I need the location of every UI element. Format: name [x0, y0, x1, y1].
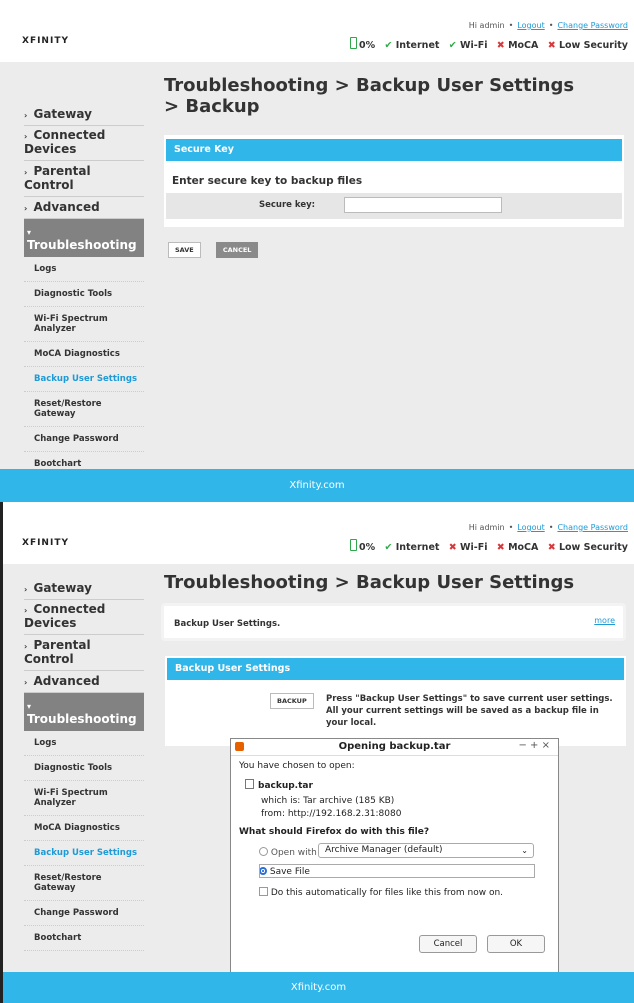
page-title: Troubleshooting > Backup User Settings >…	[164, 75, 575, 117]
sub-change-password[interactable]: Change Password	[24, 901, 144, 926]
sub-backup-user-settings[interactable]: Backup User Settings	[24, 841, 144, 866]
sub-wifi-spectrum[interactable]: Wi-Fi Spectrum Analyzer	[24, 781, 144, 816]
sidebar: › Gateway › Connected Devices › Parental…	[24, 104, 144, 477]
sub-moca-diagnostics[interactable]: MoCA Diagnostics	[24, 816, 144, 841]
logout-link[interactable]: Logout	[517, 21, 544, 30]
cross-icon: ✖	[547, 542, 556, 553]
cross-icon: ✖	[448, 542, 457, 553]
wifi-status: Wi-Fi	[460, 40, 488, 51]
secure-key-box: Secure Key Enter secure key to backup fi…	[164, 135, 624, 227]
download-dialog: Opening backup.tar − + × You have chosen…	[230, 738, 559, 998]
security-status: Low Security	[558, 40, 628, 51]
auto-checkbox-row[interactable]: Do this automatically for files like thi…	[259, 887, 503, 898]
check-icon: ✔	[384, 542, 393, 553]
sidebar: › Gateway › Connected Devices › Parental…	[24, 578, 144, 951]
sub-wifi-spectrum[interactable]: Wi-Fi Spectrum Analyzer	[24, 307, 144, 342]
xfinity-logo: XFINITY	[22, 36, 69, 46]
sub-logs[interactable]: Logs	[24, 731, 144, 756]
internet-status: Internet	[395, 40, 440, 51]
screen-backup: XFINITY Hi admin • Logout • Change Password …	[0, 502, 634, 1003]
dialog-titlebar: Opening backup.tar − + ×	[231, 739, 558, 756]
radio-icon[interactable]	[259, 847, 268, 856]
dialog-cancel-button[interactable]: Cancel	[419, 935, 477, 953]
status-bar: 0% ✔ Internet ✔ Wi-Fi ✖ MoCA ✖ Low Secur…	[349, 37, 628, 51]
cross-icon: ✖	[496, 542, 505, 553]
nav-advanced[interactable]: › Advanced	[24, 197, 144, 219]
sub-moca-diagnostics[interactable]: MoCA Diagnostics	[24, 342, 144, 367]
user-line: Hi admin • Logout • Change Password	[468, 523, 628, 532]
dialog-ok-button[interactable]: OK	[487, 935, 545, 953]
change-password-link[interactable]: Change Password	[557, 21, 628, 30]
battery-icon	[349, 539, 357, 551]
open-with-option[interactable]: Open with	[259, 847, 317, 858]
section-header: Backup User Settings	[167, 658, 624, 680]
file-type: which is: Tar archive (185 KB)	[261, 796, 395, 806]
footer[interactable]: Xfinity.com	[3, 972, 634, 1003]
intro-box: Backup User Settings. more	[161, 603, 626, 641]
sub-bootchart[interactable]: Bootchart	[24, 926, 144, 951]
xfinity-logo: XFINITY	[22, 538, 69, 548]
battery-level: 0%	[358, 40, 376, 51]
check-icon: ✔	[448, 40, 457, 51]
status-bar: 0% ✔ Internet ✖ Wi-Fi ✖ MoCA ✖ Low Secur…	[349, 539, 628, 553]
nav-connected-devices[interactable]: › Connected Devices	[24, 600, 144, 635]
cancel-button[interactable]: CANCEL	[215, 242, 259, 258]
change-password-link[interactable]: Change Password	[557, 523, 628, 532]
backup-box: Backup User Settings BACKUP Press "Backu…	[165, 656, 626, 746]
checkbox-icon[interactable]	[259, 887, 268, 896]
sub-diagnostic-tools[interactable]: Diagnostic Tools	[24, 756, 144, 781]
check-icon: ✔	[384, 40, 393, 51]
greeting: Hi admin	[468, 21, 505, 30]
backup-description: Press "Backup User Settings" to save cur…	[326, 694, 613, 728]
section-heading: Enter secure key to backup files	[172, 175, 363, 187]
file-source: from: http://192.168.2.31:8080	[261, 809, 402, 819]
save-file-option[interactable]: Save File	[259, 867, 310, 877]
sub-reset-restore[interactable]: Reset/Restore Gateway	[24, 392, 144, 427]
nav-troubleshooting[interactable]: ▾ Troubleshooting	[24, 219, 144, 257]
sub-diagnostic-tools[interactable]: Diagnostic Tools	[24, 282, 144, 307]
question: What should Firefox do with this file?	[239, 827, 430, 837]
file-row: backup.tar	[245, 779, 313, 791]
secure-key-input[interactable]	[344, 197, 502, 213]
footer[interactable]: Xfinity.com	[0, 469, 634, 502]
user-line: Hi admin • Logout • Change Password	[468, 21, 628, 30]
screen-secure-key: XFINITY Hi admin • Logout • Change Password …	[0, 0, 634, 502]
sub-backup-user-settings[interactable]: Backup User Settings	[24, 367, 144, 392]
logout-link[interactable]: Logout	[517, 523, 544, 532]
nav-parental-control[interactable]: › Parental Control	[24, 635, 144, 671]
moca-status: MoCA	[508, 40, 539, 51]
nav-gateway[interactable]: › Gateway	[24, 578, 144, 600]
cross-icon: ✖	[496, 40, 505, 51]
more-link[interactable]: more	[594, 616, 615, 625]
battery-icon	[349, 37, 357, 49]
nav-advanced[interactable]: › Advanced	[24, 671, 144, 693]
nav-connected-devices[interactable]: › Connected Devices	[24, 126, 144, 161]
cross-icon: ✖	[547, 40, 556, 51]
sub-change-password[interactable]: Change Password	[24, 427, 144, 452]
app-select[interactable]: Archive Manager (default) ⌄	[318, 843, 534, 858]
sub-logs[interactable]: Logs	[24, 257, 144, 282]
dialog-title: Opening backup.tar	[338, 741, 451, 752]
file-icon	[245, 779, 254, 789]
sub-reset-restore[interactable]: Reset/Restore Gateway	[24, 866, 144, 901]
secure-key-label: Secure key:	[259, 200, 316, 210]
nav-troubleshooting[interactable]: ▾ Troubleshooting	[24, 693, 144, 731]
file-name: backup.tar	[258, 781, 313, 791]
page-title: Troubleshooting > Backup User Settings	[164, 572, 575, 593]
save-button[interactable]: SAVE	[168, 242, 201, 258]
radio-selected-icon[interactable]	[259, 867, 267, 875]
window-controls[interactable]: − + ×	[519, 740, 551, 751]
section-header: Secure Key	[166, 139, 622, 161]
header: XFINITY Hi admin • Logout • Change Password …	[3, 502, 634, 564]
chosen-label: You have chosen to open:	[239, 761, 355, 771]
backup-button[interactable]: BACKUP	[270, 693, 314, 709]
nav-gateway[interactable]: › Gateway	[24, 104, 144, 126]
header: XFINITY Hi admin • Logout • Change Password …	[0, 0, 634, 62]
form-row: Secure key:	[166, 193, 622, 219]
nav-parental-control[interactable]: › Parental Control	[24, 161, 144, 197]
chevron-down-icon: ⌄	[521, 846, 528, 855]
intro-text: Backup User Settings.	[174, 619, 281, 629]
